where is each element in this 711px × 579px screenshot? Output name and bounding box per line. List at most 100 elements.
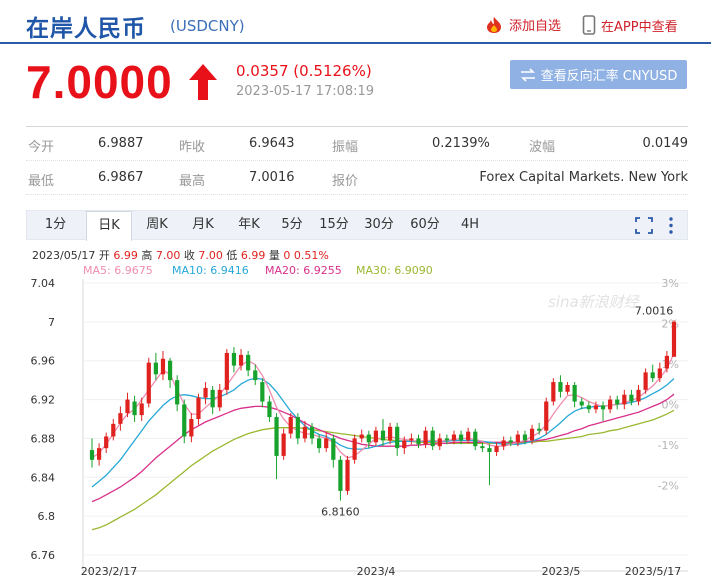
- candle-body: [96, 448, 102, 460]
- quote-time: 2023-05-17 17:08:19: [236, 84, 375, 99]
- y-right-tick-label: 3%: [662, 279, 679, 290]
- stat-label: 振幅: [332, 140, 359, 155]
- candle-body: [522, 434, 528, 441]
- tab-30min[interactable]: 30分: [356, 211, 402, 241]
- candle-body: [671, 321, 677, 357]
- candle-body: [288, 417, 293, 434]
- y-tick-label: 7.04: [31, 279, 56, 290]
- info-date: 2023/05/17: [32, 249, 96, 262]
- stat-value: 0.0149: [642, 136, 689, 151]
- add-favorite-label: 添加自选: [509, 19, 562, 34]
- stat-label: 最高: [179, 174, 206, 189]
- tab-monthly-k[interactable]: 月K: [180, 211, 226, 241]
- legend-ma5: MA5: 6.9675: [83, 264, 153, 277]
- candle-body: [324, 438, 329, 449]
- candle-body: [104, 436, 109, 449]
- candle-body: [487, 448, 492, 453]
- candle-body: [231, 352, 237, 366]
- candle-body: [317, 438, 322, 449]
- ma20-line: [91, 393, 675, 503]
- candle-body: [664, 355, 670, 369]
- tab-weekly-k[interactable]: 周K: [134, 211, 180, 241]
- candle-body: [373, 430, 379, 443]
- candle-body: [494, 446, 499, 453]
- candle-body: [508, 440, 513, 443]
- legend-ma10: MA10: 6.9416: [172, 264, 249, 277]
- candle-body: [167, 360, 173, 381]
- candle-body: [608, 399, 613, 410]
- y-right-tick-label: 2%: [662, 318, 679, 331]
- candle-body: [615, 399, 620, 405]
- stat-value: 6.9887: [98, 136, 144, 151]
- info-open-label: 开: [98, 249, 110, 262]
- candle-body: [238, 354, 244, 366]
- timeframe-tabs: 1分 日K 周K 月K 年K 5分 15分 30分 60分 4H: [26, 210, 688, 241]
- candle-body: [551, 382, 556, 402]
- y-right-tick-label: -2%: [658, 480, 679, 493]
- flame-icon: [487, 16, 501, 33]
- candle-body: [175, 380, 180, 405]
- candle-body: [437, 438, 442, 447]
- y-tick-label: 6.8: [38, 510, 56, 523]
- stat-label: 报价: [332, 174, 359, 189]
- candle-body: [529, 428, 535, 441]
- stat-value: 6.9867: [98, 170, 144, 185]
- price-change: 0.0357 (0.5126%): [236, 62, 372, 80]
- stats-row: 最低 6.9867 最高 7.0016 报价 Forex Capital Mar…: [26, 161, 688, 195]
- candle-body: [196, 397, 201, 419]
- chart-watermark: sina新浪财经: [548, 293, 641, 311]
- stat-label: 今开: [28, 140, 55, 155]
- stat-label: 波幅: [529, 140, 556, 155]
- tab-60min[interactable]: 60分: [402, 211, 448, 241]
- y-right-tick-label: -1%: [658, 439, 679, 452]
- reverse-rate-label: 查看反向汇率 CNYUSD: [540, 69, 678, 84]
- candle-body: [565, 385, 570, 392]
- candle-body: [182, 404, 187, 437]
- tab-15min[interactable]: 15分: [312, 211, 356, 241]
- candle-body: [146, 362, 151, 404]
- candle-body: [657, 368, 662, 379]
- ohlc-info-line: 2023/05/17 开 6.99 高 7.00 收 7.00 低 6.99 量…: [32, 247, 329, 263]
- tab-daily-k[interactable]: 日K: [86, 211, 132, 241]
- arrow-up-icon: [189, 64, 217, 100]
- candle-body: [217, 389, 222, 408]
- candle-body: [118, 413, 123, 424]
- candle-body: [636, 389, 641, 402]
- candle-body: [451, 434, 457, 441]
- phone-icon: [582, 15, 596, 35]
- page-title: 在岸人民币: [26, 16, 146, 42]
- reverse-rate-button[interactable]: 查看反向汇率 CNYUSD: [510, 60, 687, 89]
- candle-body: [189, 419, 194, 437]
- add-favorite-button[interactable]: 添加自选: [484, 15, 561, 34]
- candle-body: [338, 459, 343, 491]
- fullscreen-icon[interactable]: [635, 217, 653, 234]
- candle-body: [267, 401, 272, 418]
- open-in-app-link[interactable]: 在APP中查看: [582, 15, 678, 35]
- legend-ma30: MA30: 6.9090: [356, 264, 433, 277]
- kline-chart: sina新浪财经 7.04 7 6.96 6.92 6.88 6.84 6.8 6.76 3%…: [31, 279, 688, 578]
- more-options-icon[interactable]: [667, 216, 675, 235]
- tab-yearly-k[interactable]: 年K: [226, 211, 272, 241]
- candle-body: [600, 405, 606, 410]
- candle-body: [281, 433, 286, 456]
- symbol-code: (USDCNY): [170, 17, 245, 35]
- stat-value: 7.0016: [249, 170, 295, 185]
- tab-1min[interactable]: 1分: [27, 211, 84, 241]
- candle-body: [402, 440, 407, 449]
- candle-body: [224, 352, 229, 390]
- info-high-label: 高: [141, 249, 153, 262]
- tab-4h[interactable]: 4H: [448, 211, 492, 241]
- candle-body: [395, 426, 400, 449]
- tab-5min[interactable]: 5分: [272, 211, 312, 241]
- candle-body: [246, 354, 251, 371]
- candle-body: [309, 426, 315, 439]
- y-tick-label: 6.84: [31, 471, 56, 484]
- stat-value: Forex Capital Markets. New York: [479, 170, 688, 185]
- candle-body: [444, 438, 449, 441]
- candle-body: [366, 434, 371, 443]
- candle-body: [586, 405, 591, 410]
- candle-body: [515, 434, 520, 443]
- candle-body: [132, 401, 137, 416]
- candle-body: [125, 399, 130, 414]
- x-tick-label: 2023/5/17: [625, 565, 681, 578]
